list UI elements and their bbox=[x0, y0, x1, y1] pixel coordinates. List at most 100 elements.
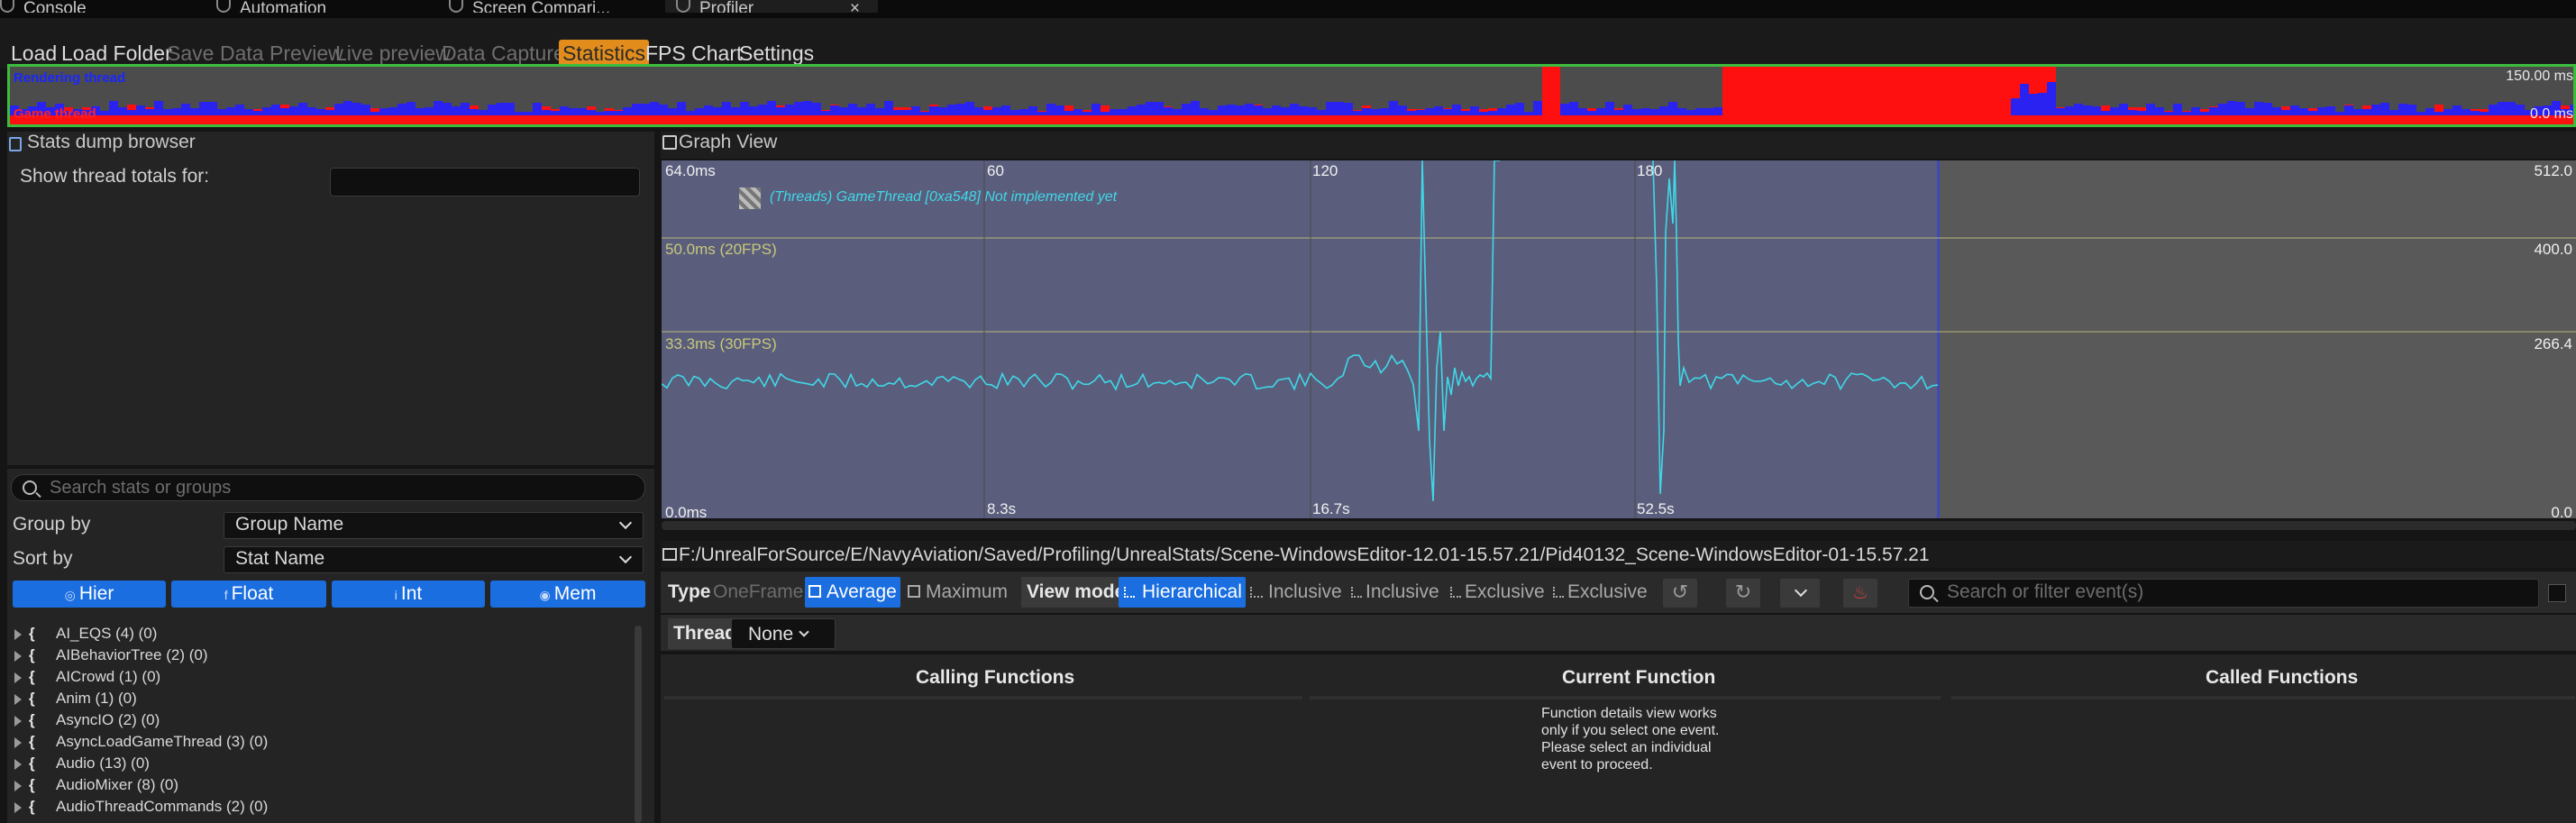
stat-group-row[interactable]: {Anim (1) (0) bbox=[14, 689, 137, 709]
close-icon[interactable]: × bbox=[850, 0, 860, 13]
series-color-swatch-icon[interactable] bbox=[739, 187, 761, 209]
game-thread-bar bbox=[1975, 67, 1984, 124]
save-button[interactable]: Save bbox=[167, 40, 214, 67]
render-thread-bar bbox=[506, 103, 515, 115]
view-hierarchical-option[interactable]: Hierarchical bbox=[1119, 577, 1246, 608]
graph-view-canvas[interactable]: 64.0ms 50.0ms (20FPS) 33.3ms (30FPS) 0.0… bbox=[662, 160, 2576, 521]
tree-scrollbar[interactable] bbox=[635, 626, 642, 823]
render-thread-bar bbox=[1641, 108, 1650, 115]
tab-automation[interactable]: Automation bbox=[216, 0, 370, 13]
expand-arrow-icon[interactable] bbox=[14, 650, 22, 662]
int-filter-button[interactable]: i Int bbox=[332, 581, 485, 608]
load-folder-button[interactable]: Load Folder bbox=[61, 40, 172, 67]
expand-arrow-icon[interactable] bbox=[14, 801, 22, 813]
render-thread-bar bbox=[1605, 102, 1614, 115]
render-thread-bar bbox=[542, 110, 551, 115]
tab-console[interactable]: Console bbox=[0, 0, 126, 13]
thread-overview-minimap[interactable]: Rendering thread Game thread 150.00 ms 0… bbox=[7, 64, 2576, 127]
game-thread-bar bbox=[370, 108, 379, 124]
render-thread-bar bbox=[1010, 110, 1019, 115]
render-thread-bar bbox=[2471, 111, 2480, 115]
stat-group-icon: { bbox=[29, 646, 35, 663]
group-by-select[interactable]: Group Name bbox=[224, 512, 644, 539]
render-thread-bar bbox=[1380, 108, 1389, 115]
stat-group-row[interactable]: {AI_EQS (4) (0) bbox=[14, 624, 157, 644]
automation-icon bbox=[216, 0, 231, 13]
render-thread-bar bbox=[118, 107, 127, 115]
render-thread-bar bbox=[965, 102, 974, 115]
tab-profiler[interactable]: Profiler × bbox=[665, 0, 878, 13]
stats-search-input[interactable]: Search stats or groups bbox=[11, 474, 645, 501]
expand-arrow-icon[interactable] bbox=[14, 693, 22, 705]
stat-group-label: AIBehaviorTree (2) (0) bbox=[56, 646, 208, 663]
game-thread-bar bbox=[902, 107, 911, 124]
tab-screen-comparison[interactable]: Screen Compari... bbox=[449, 0, 629, 13]
statistics-button[interactable]: Statistics bbox=[559, 40, 650, 67]
render-thread-bar bbox=[587, 110, 596, 115]
expand-arrow-icon[interactable] bbox=[14, 780, 22, 791]
stat-group-row[interactable]: {Audio (13) (0) bbox=[14, 754, 150, 773]
stat-group-icon: { bbox=[29, 776, 35, 793]
view-inclusive-flat-option[interactable]: Inclusive bbox=[1347, 577, 1439, 608]
thread-select[interactable]: None bbox=[731, 618, 836, 649]
sort-by-select[interactable]: Stat Name bbox=[224, 546, 644, 573]
view-inclusive-option[interactable]: Inclusive bbox=[1247, 577, 1342, 608]
expand-arrow-icon[interactable] bbox=[14, 672, 22, 683]
filter-checkbox[interactable] bbox=[2548, 584, 2566, 602]
history-dropdown-button[interactable] bbox=[1780, 579, 1820, 608]
stat-group-row[interactable]: {AICrowd (1) (0) bbox=[14, 667, 160, 687]
data-preview-button[interactable]: Data Preview bbox=[220, 40, 343, 67]
expand-arrow-icon[interactable] bbox=[14, 736, 22, 748]
expand-arrow-icon[interactable] bbox=[14, 715, 22, 727]
render-thread-bar bbox=[1164, 107, 1173, 115]
render-thread-bar bbox=[2209, 107, 2218, 115]
stat-group-row[interactable]: {AsyncLoadGameThread (3) (0) bbox=[14, 732, 268, 752]
event-search-input[interactable]: Search or filter event(s) bbox=[1908, 579, 2539, 608]
type-one-frame-option[interactable]: OneFrame bbox=[713, 577, 803, 608]
thread-totals-input[interactable] bbox=[330, 168, 640, 197]
settings-button[interactable]: Settings bbox=[739, 40, 814, 67]
type-maximum-option[interactable]: Maximum bbox=[904, 577, 1008, 608]
render-thread-bar bbox=[875, 108, 884, 115]
render-thread-bar bbox=[533, 103, 542, 115]
stat-group-row[interactable]: {AudioThreadCommands (2) (0) bbox=[14, 797, 268, 817]
load-button[interactable]: Load bbox=[11, 40, 57, 67]
fps-chart-button[interactable]: FPS Chart bbox=[645, 40, 742, 67]
render-thread-bar bbox=[1064, 111, 1073, 115]
render-thread-bar bbox=[2164, 112, 2173, 115]
render-thread-bar bbox=[1398, 105, 1407, 115]
hier-filter-button[interactable]: ◎ Hier bbox=[13, 581, 166, 608]
game-thread-bar bbox=[1858, 67, 1867, 124]
hot-path-flame-icon[interactable]: ♨ bbox=[1843, 579, 1877, 608]
expand-arrow-icon[interactable] bbox=[14, 758, 22, 770]
undo-history-icon[interactable]: ↺ bbox=[1663, 579, 1697, 608]
sort-by-label: Sort by bbox=[13, 548, 73, 569]
render-thread-bar bbox=[416, 108, 425, 115]
stat-group-icon: { bbox=[29, 625, 35, 642]
type-average-option[interactable]: Average bbox=[805, 577, 900, 608]
graph-right-mid2-label: 266.4 bbox=[2534, 335, 2572, 352]
render-thread-bar bbox=[803, 101, 812, 115]
render-thread-bar bbox=[379, 108, 388, 115]
view-exclusive-flat-option[interactable]: Exclusive bbox=[1549, 577, 1648, 608]
stat-group-label: AudioMixer (8) (0) bbox=[56, 776, 179, 793]
mem-filter-button[interactable]: ◉ Mem bbox=[490, 581, 645, 608]
render-thread-bar bbox=[1019, 109, 1028, 115]
render-thread-bar bbox=[2516, 105, 2525, 115]
stat-group-row[interactable]: { AudioMixer (8) (0) bbox=[14, 775, 178, 795]
render-thread-bar bbox=[551, 111, 560, 115]
float-filter-button[interactable]: f Float bbox=[171, 581, 326, 608]
graph-scrollbar[interactable] bbox=[662, 521, 2576, 530]
stat-group-row[interactable]: {AsyncIO (2) (0) bbox=[14, 710, 160, 730]
render-thread-bar bbox=[1308, 107, 1317, 115]
profile-path-bar: F:/UnrealForSource/E/NavyAviation/Saved/… bbox=[661, 541, 2576, 568]
data-capture-button[interactable]: Data Capture bbox=[442, 40, 565, 67]
render-thread-bar bbox=[425, 107, 434, 115]
live-preview-button[interactable]: Live preview bbox=[335, 40, 451, 67]
render-thread-bar bbox=[731, 107, 740, 115]
game-thread-bar bbox=[1921, 67, 1930, 124]
view-exclusive-option[interactable]: Exclusive bbox=[1447, 577, 1545, 608]
redo-history-icon[interactable]: ↻ bbox=[1726, 579, 1760, 608]
stat-group-row[interactable]: { AIBehaviorTree (2) (0) bbox=[14, 645, 207, 665]
expand-arrow-icon[interactable] bbox=[14, 628, 22, 640]
